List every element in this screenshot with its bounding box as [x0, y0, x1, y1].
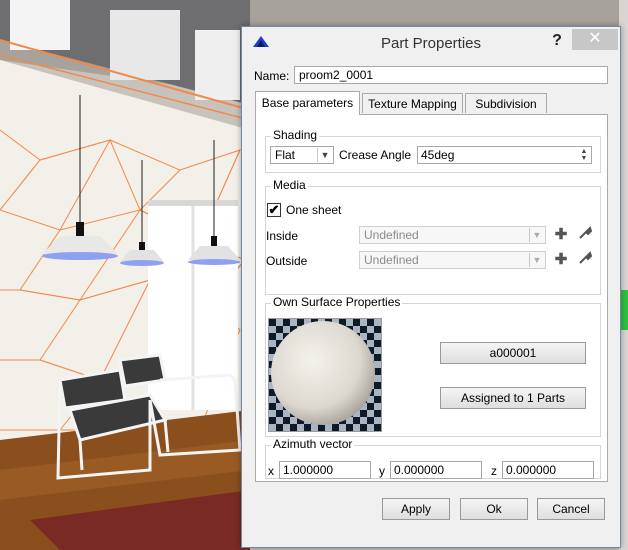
tab-texture-mapping[interactable]: Texture Mapping: [362, 93, 463, 113]
outside-edit-button[interactable]: [576, 251, 594, 269]
wrench-icon: [579, 251, 593, 264]
crease-angle-label: Crease Angle: [339, 148, 412, 162]
azimuth-title: Azimuth vector: [271, 437, 355, 451]
part-properties-dialog: Part Properties ? ✕ Name: Base parameter…: [241, 26, 621, 548]
azimuth-group: Azimuth vector x 1.000000 y 0.000000 z 0…: [265, 437, 601, 479]
plus-icon: ✚: [554, 226, 568, 243]
close-button[interactable]: ✕: [572, 29, 618, 50]
apply-button[interactable]: Apply: [382, 498, 450, 520]
chevron-down-icon[interactable]: ▼: [317, 148, 332, 162]
media-group: Media ✔ One sheet Inside Undefined ▼ ✚ O…: [265, 178, 601, 295]
inside-edit-button[interactable]: [576, 226, 594, 244]
spinner-icon[interactable]: ▲ ▼: [578, 148, 590, 162]
chevron-down-icon[interactable]: ▼: [529, 253, 544, 267]
azimuth-y-input[interactable]: 0.000000: [390, 461, 482, 479]
chevron-down-icon[interactable]: ▼: [529, 228, 544, 242]
outside-select[interactable]: Undefined ▼: [359, 251, 546, 269]
name-input[interactable]: [294, 66, 608, 84]
outside-value: Undefined: [364, 253, 419, 267]
crease-angle-value: 45deg: [421, 148, 455, 162]
azimuth-x-input[interactable]: 1.000000: [279, 461, 371, 479]
tab-subdivision[interactable]: Subdivision: [465, 93, 547, 113]
name-label: Name:: [254, 69, 290, 83]
surface-title: Own Surface Properties: [271, 295, 403, 309]
azimuth-z-label: z: [491, 464, 497, 478]
cancel-button[interactable]: Cancel: [537, 498, 605, 520]
inside-select[interactable]: Undefined ▼: [359, 226, 546, 244]
azimuth-x-label: x: [268, 464, 274, 478]
title-bar[interactable]: Part Properties ? ✕: [242, 27, 620, 57]
crease-angle-input[interactable]: 45deg ▲ ▼: [417, 146, 592, 164]
wrench-icon: [579, 226, 593, 239]
inside-add-button[interactable]: ✚: [552, 226, 570, 244]
ok-button[interactable]: Ok: [460, 498, 528, 520]
outside-label: Outside: [266, 254, 308, 268]
azimuth-y-label: y: [379, 464, 385, 478]
one-sheet-label: One sheet: [286, 203, 342, 217]
assigned-parts-button[interactable]: Assigned to 1 Parts: [440, 387, 586, 409]
material-button[interactable]: a000001: [440, 342, 586, 364]
azimuth-z-input[interactable]: 0.000000: [502, 461, 594, 479]
shading-value: Flat: [275, 148, 296, 162]
inside-label: Inside: [266, 229, 299, 243]
base-parameters-panel: Shading Flat ▼ Crease Angle 45deg ▲ ▼ Med…: [255, 114, 608, 482]
plus-icon: ✚: [554, 251, 568, 268]
inside-value: Undefined: [364, 228, 419, 242]
shading-title: Shading: [271, 128, 320, 142]
help-button[interactable]: ?: [547, 31, 567, 51]
shading-select[interactable]: Flat ▼: [270, 146, 334, 164]
material-preview: [268, 318, 382, 432]
one-sheet-checkbox[interactable]: ✔: [267, 203, 281, 217]
outside-add-button[interactable]: ✚: [552, 251, 570, 269]
shading-group: Shading Flat ▼ Crease Angle 45deg ▲ ▼: [265, 128, 601, 173]
media-title: Media: [271, 178, 308, 192]
surface-properties-group: Own Surface Properties a000001 Assigned …: [265, 295, 601, 437]
tab-base-parameters[interactable]: Base parameters: [255, 91, 360, 115]
